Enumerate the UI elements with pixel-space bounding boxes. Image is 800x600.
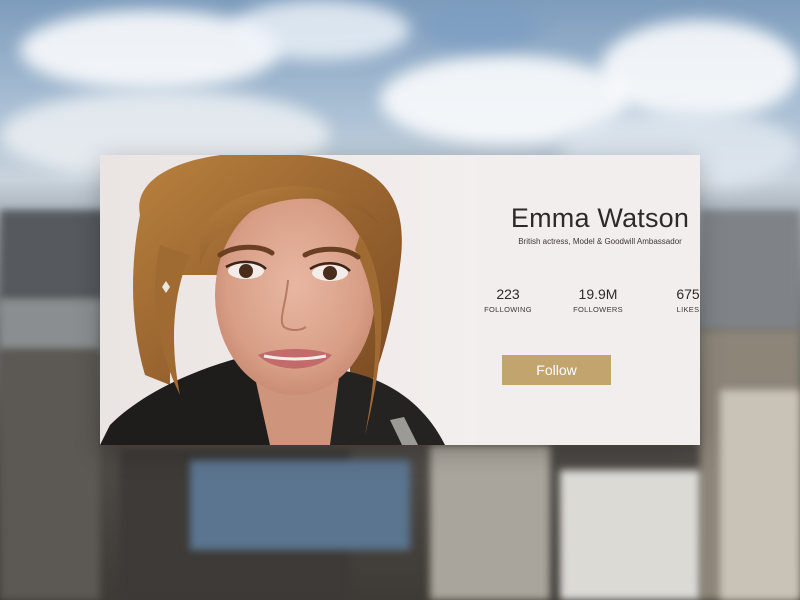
building-roof — [190, 460, 410, 550]
cloud — [230, 0, 410, 60]
stat-likes[interactable]: 675 LIKES — [653, 286, 700, 314]
background-cityscape: Emma Watson British actress, Model & Goo… — [0, 0, 800, 600]
stat-label: FOLLOWERS — [573, 305, 623, 314]
stat-followers[interactable]: 19.9M FOLLOWERS — [563, 286, 633, 314]
follow-button[interactable]: Follow — [502, 355, 611, 385]
sky-patch — [420, 8, 540, 48]
stat-value: 19.9M — [578, 286, 618, 302]
building — [0, 210, 110, 300]
stat-label: LIKES — [676, 305, 700, 314]
building — [430, 445, 550, 600]
stat-label: FOLLOWING — [484, 305, 532, 314]
profile-subtitle: British actress, Model & Goodwill Ambass… — [518, 237, 682, 246]
stat-value: 223 — [496, 286, 520, 302]
building — [0, 350, 100, 600]
river — [0, 300, 100, 350]
profile-name: Emma Watson — [510, 203, 690, 233]
profile-info: Emma Watson British actress, Model & Goo… — [475, 155, 700, 445]
stat-following[interactable]: 223 FOLLOWING — [473, 286, 543, 314]
profile-card: Emma Watson British actress, Model & Goo… — [100, 155, 700, 445]
stats-row: 223 FOLLOWING 19.9M FOLLOWERS 675 LIKES — [473, 286, 700, 314]
cloud — [600, 20, 800, 120]
portrait-illustration — [100, 155, 445, 445]
profile-photo — [100, 155, 475, 445]
building — [720, 390, 800, 600]
building — [560, 470, 700, 600]
stat-value: 675 — [676, 286, 700, 302]
building — [700, 210, 800, 330]
